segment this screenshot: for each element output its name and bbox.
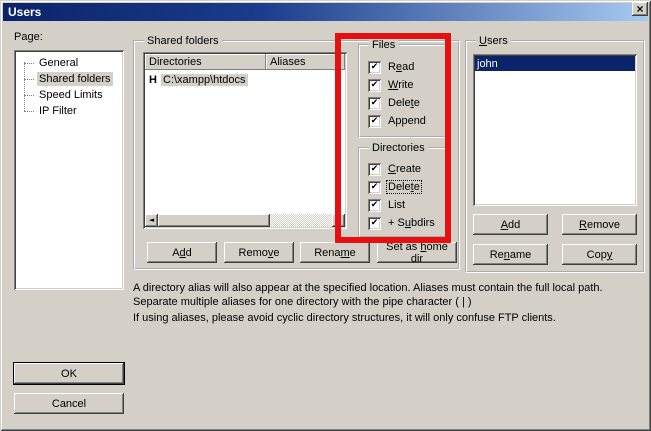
scroll-left-arrow-icon: ◄ xyxy=(149,217,154,224)
users-group-title: Users xyxy=(476,35,511,47)
horizontal-scrollbar[interactable]: ◄ ► xyxy=(145,214,345,227)
tree-branch-icon xyxy=(24,111,34,112)
highlight-annotation-rectangle xyxy=(335,33,451,243)
add-user-button[interactable]: Add xyxy=(473,214,548,235)
ok-button[interactable]: OK xyxy=(14,363,124,384)
users-listbox[interactable]: john xyxy=(473,54,637,206)
page-label: Page: xyxy=(14,31,43,43)
directory-path: C:\xampp\htdocs xyxy=(161,74,248,86)
title-bar[interactable]: Users xyxy=(3,3,648,21)
tree-item-ip-filter[interactable]: IP Filter xyxy=(16,103,122,119)
home-directory-flag: H xyxy=(149,74,161,86)
user-row-john[interactable]: john xyxy=(475,56,635,71)
scrollbar-thumb[interactable] xyxy=(158,214,270,227)
close-button[interactable]: × xyxy=(632,2,648,16)
column-header-directories[interactable]: Directories xyxy=(145,54,266,70)
directories-listview: Directories Aliases H C:\xampp\htdocs ◄ … xyxy=(143,52,347,229)
rename-directory-button[interactable]: Rename xyxy=(300,242,370,263)
users-dialog: Users × Page: General Shared folders Spe… xyxy=(0,0,651,431)
window-title: Users xyxy=(8,5,41,19)
tree-item-speed-limits[interactable]: Speed Limits xyxy=(16,87,122,103)
set-as-home-dir-button[interactable]: Set as home dir xyxy=(377,242,457,263)
cyclic-help-text: If using aliases, please avoid cyclic di… xyxy=(133,311,648,325)
tree-branch-icon xyxy=(24,95,34,96)
tree-item-general[interactable]: General xyxy=(16,55,122,71)
column-header-aliases[interactable]: Aliases xyxy=(266,54,345,70)
remove-user-button[interactable]: Remove xyxy=(562,214,637,235)
listview-body: H C:\xampp\htdocs xyxy=(145,70,345,214)
copy-user-button[interactable]: Copy xyxy=(562,244,637,265)
page-tree-inner: General Shared folders Speed Limits IP F… xyxy=(16,52,122,288)
rename-user-button[interactable]: Rename xyxy=(473,244,548,265)
add-directory-button[interactable]: Add xyxy=(147,242,217,263)
alias-help-text: A directory alias will also appear at th… xyxy=(133,281,648,309)
tree-item-shared-folders[interactable]: Shared folders xyxy=(16,71,122,87)
listview-header: Directories Aliases xyxy=(145,54,345,70)
tree-branch-icon xyxy=(24,79,34,80)
remove-directory-button[interactable]: Remove xyxy=(224,242,294,263)
cancel-button[interactable]: Cancel xyxy=(14,393,124,414)
close-icon: × xyxy=(636,4,643,14)
scrollbar-track[interactable] xyxy=(270,214,332,227)
scroll-left-button[interactable]: ◄ xyxy=(145,214,158,227)
page-tree: General Shared folders Speed Limits IP F… xyxy=(14,50,124,290)
shared-folders-group-title: Shared folders xyxy=(144,35,222,47)
directory-row[interactable]: H C:\xampp\htdocs xyxy=(145,72,345,88)
tree-branch-icon xyxy=(24,63,34,64)
